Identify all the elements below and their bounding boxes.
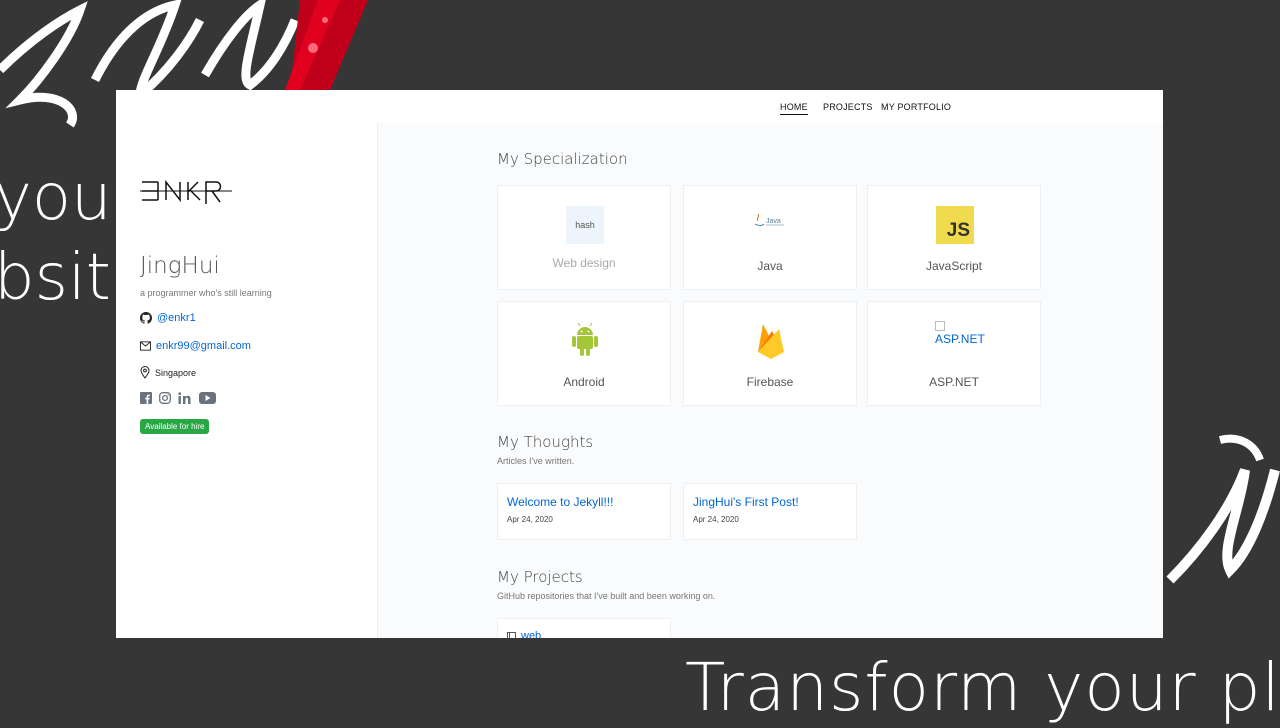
spec-label: ASP.NET — [929, 375, 979, 389]
jekyll-script-logo-right — [1166, 434, 1280, 584]
spec-card-android: Android — [497, 301, 671, 406]
post-card[interactable]: Welcome to Jekyll!!! Apr 24, 2020 — [497, 483, 671, 540]
spec-card-javascript: JS JavaScript — [867, 185, 1041, 290]
spec-card-java: Java Java — [683, 185, 857, 290]
github-row: @enkr1 — [140, 312, 196, 324]
spec-label: Web design — [552, 256, 616, 270]
email-row: enkr99@gmail.com — [140, 340, 251, 352]
spec-card-web-design: hash Web design — [497, 185, 671, 290]
spec-label: JavaScript — [925, 259, 983, 273]
spec-label: Android — [563, 375, 605, 389]
top-navigation: HOME PROJECTS MY PORTFOLIO — [116, 90, 1163, 123]
location-pin-icon — [140, 366, 150, 379]
aspnet-alt-text: ASP.NET — [935, 332, 985, 346]
youtube-icon[interactable] — [199, 392, 216, 404]
facebook-icon[interactable] — [140, 392, 152, 404]
specialization-title: My Specialization — [497, 150, 628, 168]
spec-card-firebase: Firebase — [683, 301, 857, 406]
spec-label: Java — [757, 259, 783, 273]
aspnet-broken-image-icon: ASP.NET — [935, 321, 985, 346]
post-date: Apr 24, 2020 — [693, 515, 739, 524]
spec-label: Firebase — [746, 375, 794, 389]
email-link[interactable]: enkr99@gmail.com — [156, 340, 251, 352]
post-title-link[interactable]: Welcome to Jekyll!!! — [507, 495, 613, 509]
thoughts-subtitle: Articles I've written. — [497, 456, 575, 466]
nav-projects[interactable]: PROJECTS — [823, 102, 873, 112]
location-row: Singapore — [140, 366, 196, 379]
social-links — [140, 392, 216, 404]
profile-tagline: a programmer who's still learning — [140, 288, 272, 298]
available-for-hire-badge: Available for hire — [140, 419, 210, 434]
post-title-link[interactable]: JingHui's First Post! — [693, 495, 799, 509]
repo-icon — [507, 632, 516, 638]
post-card[interactable]: JingHui's First Post! Apr 24, 2020 — [683, 483, 857, 540]
profile-name: JingHui — [140, 253, 220, 279]
thoughts-title: My Thoughts — [497, 433, 594, 451]
firebase-logo-icon — [758, 324, 784, 359]
svg-text:Java: Java — [766, 218, 781, 225]
github-icon — [140, 312, 152, 324]
javascript-logo-icon: JS — [936, 206, 974, 244]
mail-icon — [140, 341, 151, 351]
location-text: Singapore — [155, 367, 197, 378]
projects-subtitle: GitHub repositories that I've built and … — [497, 591, 716, 601]
enkr-logo — [140, 179, 232, 204]
nav-home[interactable]: HOME — [780, 102, 808, 115]
post-date: Apr 24, 2020 — [507, 515, 553, 524]
spec-card-aspnet: ASP.NET ASP.NET — [867, 301, 1041, 406]
js-icon-text: JS — [946, 220, 970, 241]
linkedin-icon[interactable] — [178, 392, 192, 404]
github-link[interactable]: @enkr1 — [157, 312, 196, 324]
projects-title: My Projects — [497, 568, 583, 586]
instagram-icon[interactable] — [159, 392, 171, 404]
hash-icon: hash — [566, 206, 604, 244]
profile-sidebar: JingHui a programmer who's still learnin… — [116, 123, 378, 638]
java-logo-icon: Java — [754, 213, 784, 226]
android-logo-icon — [572, 323, 598, 356]
website-window: HOME PROJECTS MY PORTFOLIO JingHui a pro… — [116, 90, 1163, 638]
broken-image-icon — [935, 321, 945, 331]
nav-portfolio[interactable]: MY PORTFOLIO — [881, 102, 951, 112]
repo-name-link[interactable]: web — [521, 630, 541, 638]
repo-card[interactable]: web — [497, 618, 671, 638]
bg-tagline: Transform your plai — [685, 649, 1280, 726]
